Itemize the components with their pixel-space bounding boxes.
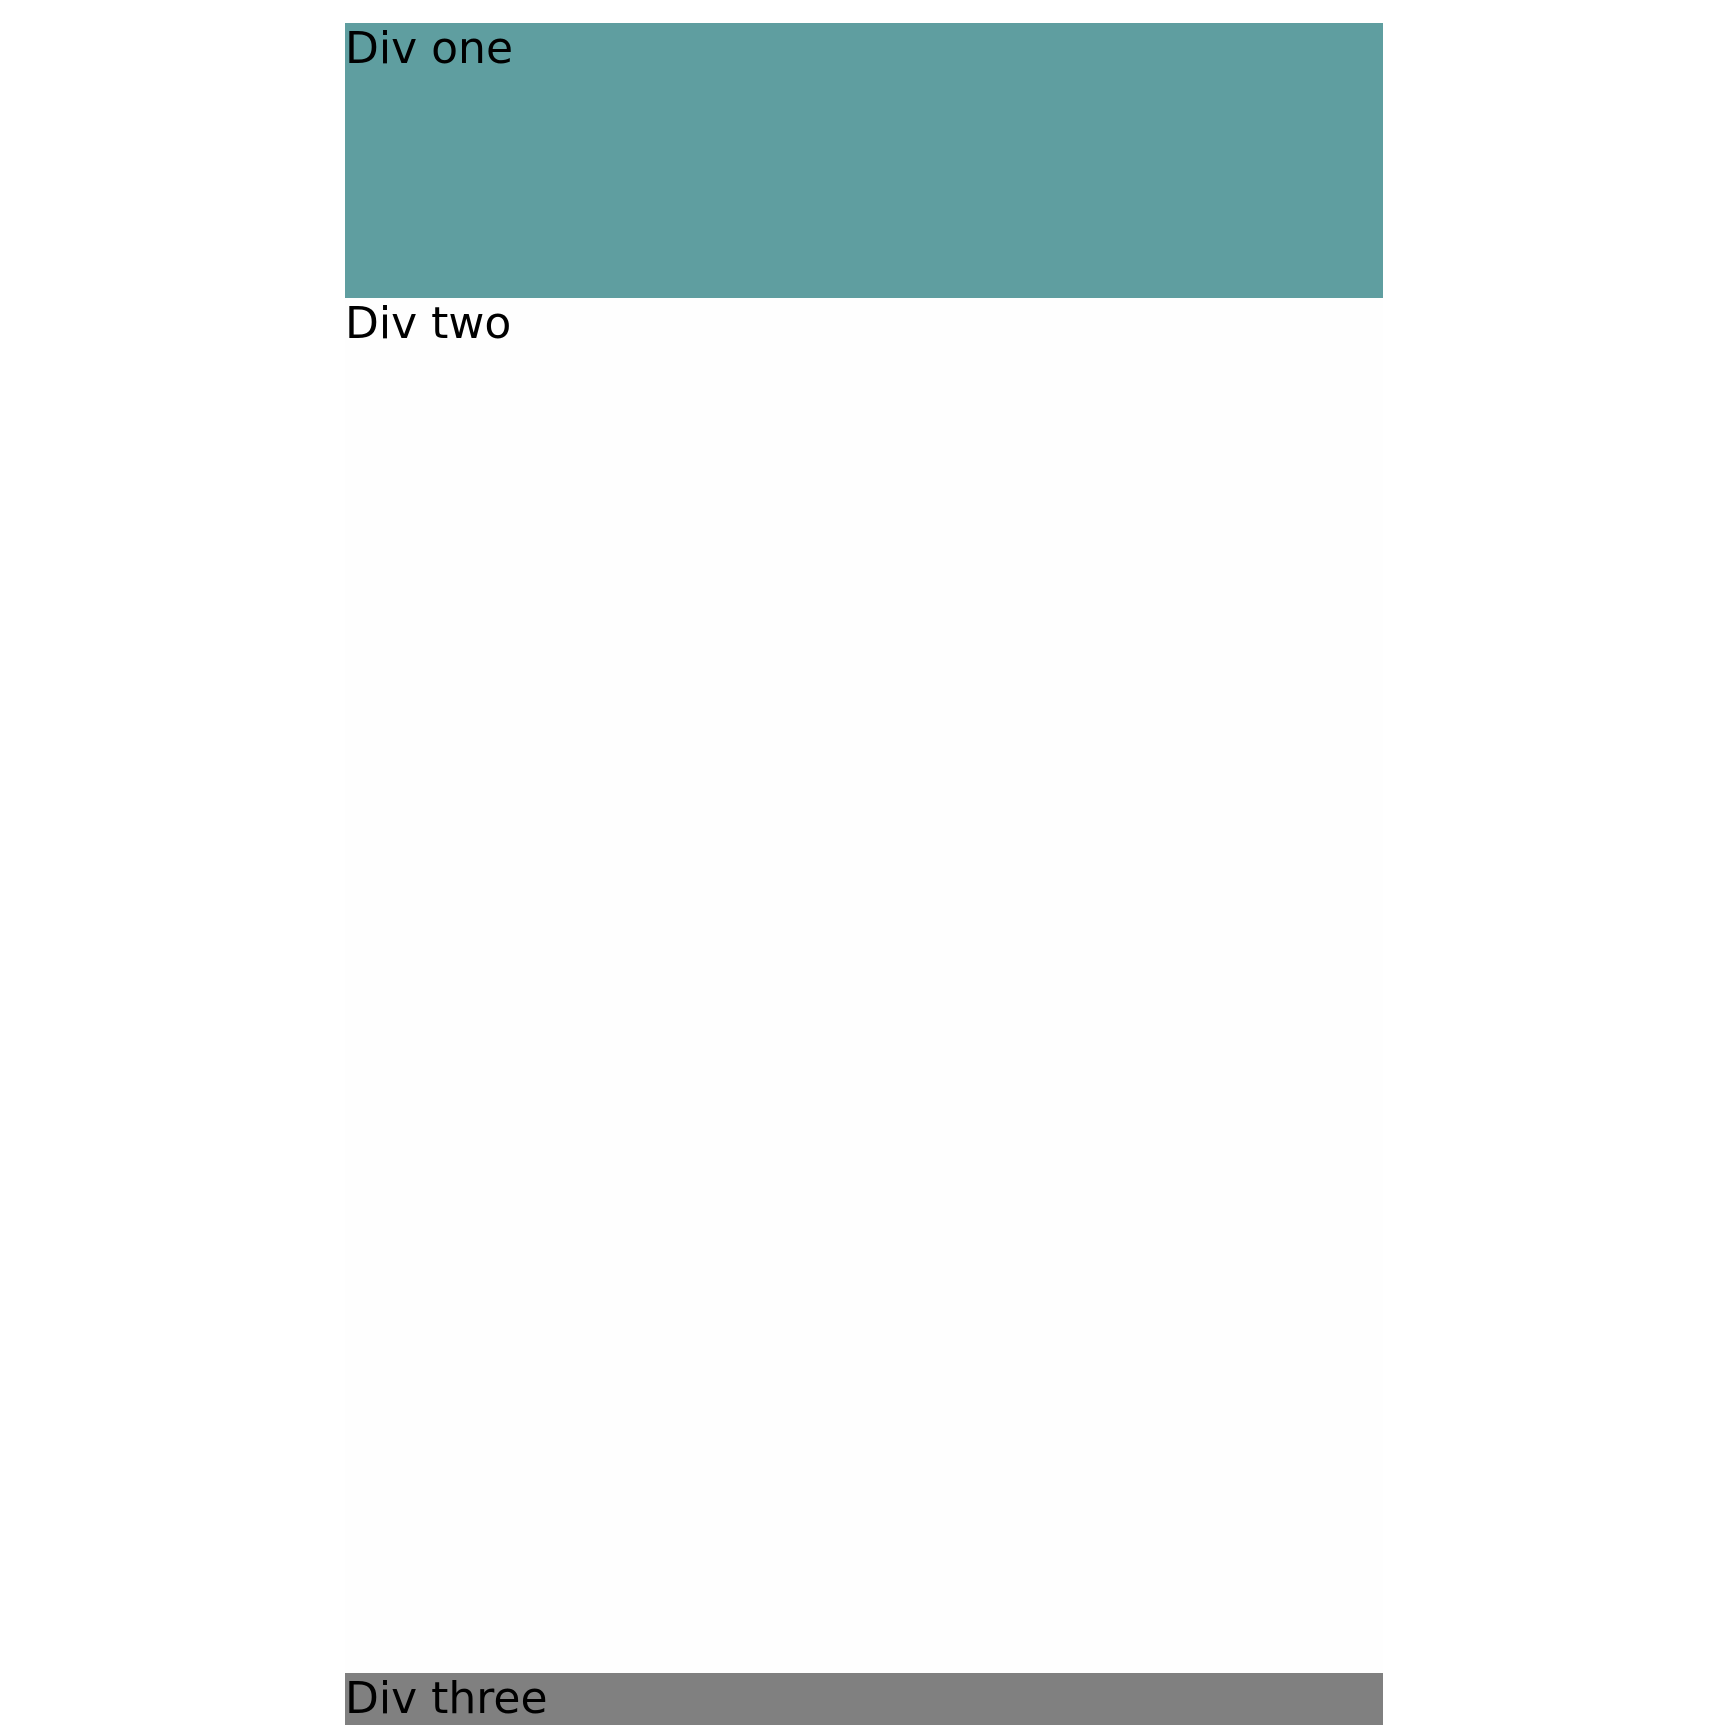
- div-two-label: Div two: [345, 298, 512, 349]
- blocks-container: Div one Div two Div three: [345, 23, 1383, 1725]
- div-one-label: Div one: [345, 23, 514, 74]
- div-three-block: Div three: [345, 1673, 1383, 1725]
- page: Div one Div two Div three: [0, 0, 1725, 1725]
- div-three-label: Div three: [345, 1673, 548, 1724]
- div-two-block: Div two: [345, 298, 1383, 1673]
- div-one-block: Div one: [345, 23, 1383, 298]
